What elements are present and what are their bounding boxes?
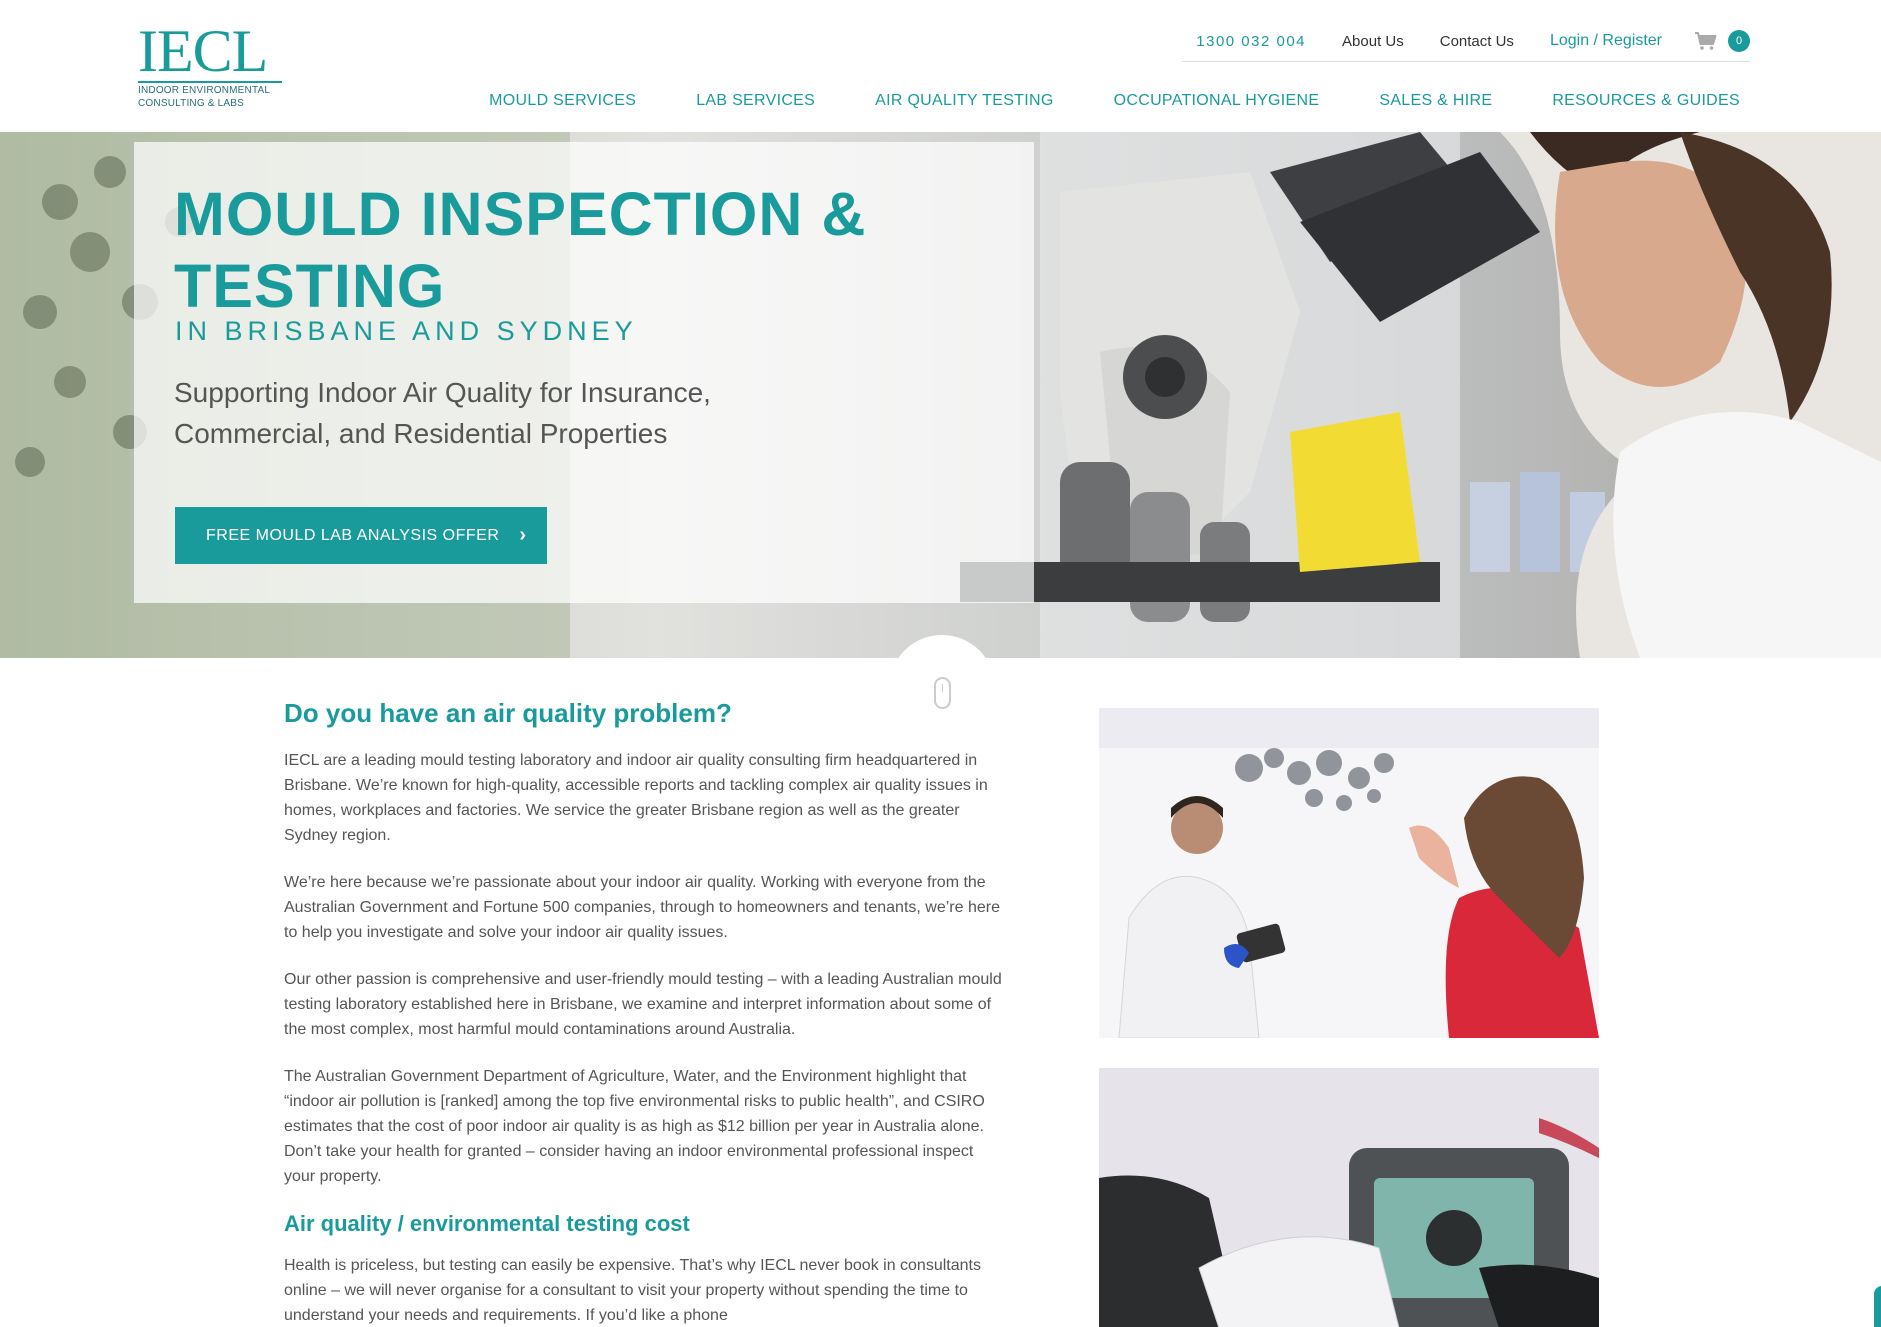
about-us-link[interactable]: About Us xyxy=(1342,33,1404,50)
login-register-link[interactable]: Login / Register xyxy=(1550,32,1662,50)
nav-air-quality-testing[interactable]: AIR QUALITY TESTING xyxy=(875,92,1053,110)
nav-lab-services[interactable]: LAB SERVICES xyxy=(696,92,815,110)
logo-wordmark: IECL xyxy=(138,18,268,84)
nav-mould-services[interactable]: MOULD SERVICES xyxy=(489,92,636,110)
section-heading: Do you have an air quality problem? xyxy=(284,698,732,728)
nav-resources-guides[interactable]: RESOURCES & GUIDES xyxy=(1552,92,1740,110)
site-logo[interactable]: IECL INDOOR ENVIRONMENTAL CONSULTING & L… xyxy=(138,18,284,109)
chevron-right-icon: › xyxy=(519,524,527,546)
cart-button[interactable]: 0 xyxy=(1694,30,1750,52)
cost-paragraph: Health is priceless, but testing can eas… xyxy=(284,1257,981,1324)
chat-widget-tab[interactable] xyxy=(1874,1286,1881,1327)
logo-mark: IECL xyxy=(138,18,284,84)
intro-paragraph-1: IECL are a leading mould testing laborat… xyxy=(284,752,988,844)
hero-description: Supporting Indoor Air Quality for Insura… xyxy=(174,377,711,449)
nav-sales-hire[interactable]: SALES & HIRE xyxy=(1379,92,1492,110)
nav-occupational-hygiene[interactable]: OCCUPATIONAL HYGIENE xyxy=(1114,92,1320,110)
site-header: IECL INDOOR ENVIRONMENTAL CONSULTING & L… xyxy=(0,0,1881,132)
air-sampling-device-photo xyxy=(1099,1068,1599,1327)
logo-subtitle-2: CONSULTING & LABS xyxy=(138,98,245,109)
hero-title: MOULD INSPECTION & TESTING xyxy=(174,180,867,320)
contact-us-link[interactable]: Contact Us xyxy=(1440,33,1514,50)
phone-link[interactable]: 1300 032 004 xyxy=(1196,33,1306,50)
cta-label: FREE MOULD LAB ANALYSIS OFFER xyxy=(206,526,500,544)
intro-paragraph-2: We’re here because we’re passionate abou… xyxy=(284,874,1000,941)
logo-subtitle-1: INDOOR ENVIRONMENTAL xyxy=(138,85,271,96)
utility-bar: 1300 032 004 About Us Contact Us Login /… xyxy=(1196,28,1750,54)
hero-subtitle: IN BRISBANE AND SYDNEY xyxy=(175,316,638,346)
utility-divider xyxy=(1182,61,1750,62)
inspector-mould-wall-photo xyxy=(1099,708,1599,1038)
main-content: Do you have an air quality problem? IECL… xyxy=(284,698,1004,1327)
main-nav: MOULD SERVICES LAB SERVICES AIR QUALITY … xyxy=(489,92,1740,110)
free-mould-lab-offer-button[interactable]: FREE MOULD LAB ANALYSIS OFFER › xyxy=(175,507,547,564)
intro-paragraph-3: Our other passion is comprehensive and u… xyxy=(284,971,1002,1038)
intro-paragraph-4: The Australian Government Department of … xyxy=(284,1068,985,1185)
cost-heading: Air quality / environmental testing cost xyxy=(284,1211,690,1236)
shopping-cart-icon xyxy=(1695,32,1717,50)
cart-count-badge: 0 xyxy=(1728,30,1750,52)
